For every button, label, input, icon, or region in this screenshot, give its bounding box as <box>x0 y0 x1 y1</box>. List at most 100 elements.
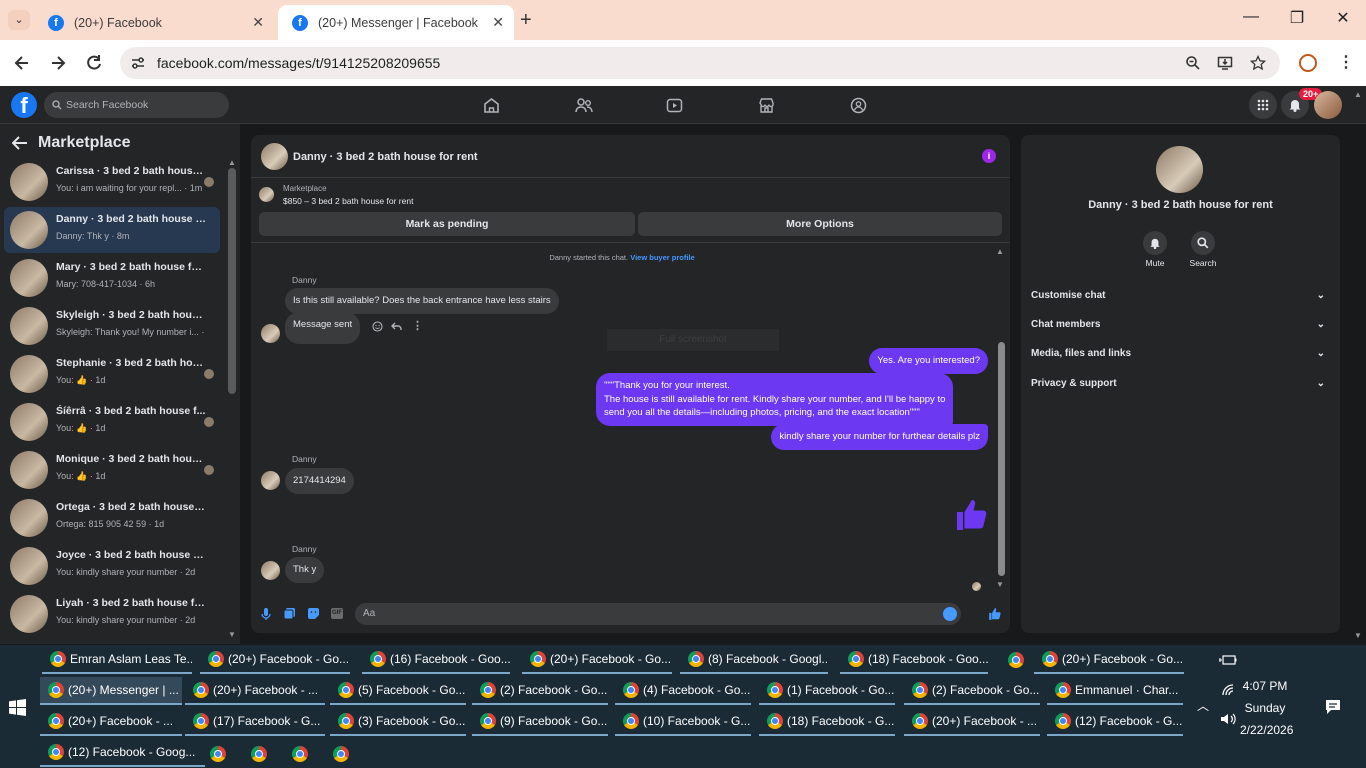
conversation-item[interactable]: Carissa · 3 bed 2 bath house ... You: i a… <box>4 159 220 205</box>
reply-icon[interactable] <box>391 321 402 332</box>
sidebar-scrollbar[interactable] <box>228 168 236 394</box>
taskbar-window-button[interactable]: (12) Facebook - Goog... <box>40 739 205 767</box>
taskbar-window-button[interactable]: (16) Facebook - Goo... <box>362 646 510 674</box>
conversation-item[interactable]: Śíêrrâ · 3 bed 2 bath house f... You: 👍 ·… <box>4 399 220 445</box>
tab-close-icon[interactable]: ✕ <box>492 14 504 31</box>
marketplace-icon[interactable] <box>758 97 775 114</box>
minimize-icon[interactable]: — <box>1228 8 1274 32</box>
react-emoji-icon[interactable] <box>372 321 383 332</box>
notification-center-icon[interactable] <box>1325 699 1341 715</box>
message-bubble-outgoing[interactable]: kindly share your number for furthear de… <box>771 424 988 450</box>
conversation-item[interactable]: Monique · 3 bed 2 bath house... You: 👍 · … <box>4 447 220 493</box>
photo-icon[interactable] <box>283 607 296 620</box>
taskbar-window-button[interactable]: (20+) Facebook - Go... <box>522 646 672 674</box>
tab-search-button[interactable]: ⌄ <box>8 10 30 30</box>
scroll-up-arrow[interactable]: ▲ <box>996 247 1004 256</box>
conversation-item[interactable]: Liyah · 3 bed 2 bath house for r... You: … <box>4 591 220 637</box>
gif-icon[interactable]: GIF <box>331 608 343 619</box>
conversation-item[interactable]: Joyce · 3 bed 2 bath house for ... You: k… <box>4 543 220 589</box>
mark-as-pending-button[interactable]: Mark as pending <box>259 212 635 236</box>
taskbar-window-button[interactable]: (5) Facebook - Go... <box>330 677 466 705</box>
page-scroll-down[interactable]: ▼ <box>1354 631 1362 640</box>
battery-icon[interactable] <box>1219 654 1237 666</box>
chat-title[interactable]: Danny · 3 bed 2 bath house for rent <box>293 151 478 163</box>
taskbar-window-button[interactable]: (10) Facebook - G... <box>615 708 751 736</box>
watch-icon[interactable] <box>666 97 683 114</box>
message-bubble-incoming[interactable]: Is this still available? Does the back e… <box>285 288 559 314</box>
details-avatar[interactable] <box>1156 146 1203 193</box>
profile-icon[interactable] <box>1299 54 1317 72</box>
taskbar-window-button[interactable]: (17) Facebook - G... <box>185 708 325 736</box>
install-app-icon[interactable] <box>1217 55 1233 71</box>
reload-icon[interactable] <box>84 53 104 73</box>
chrome-icon[interactable] <box>333 746 349 762</box>
back-arrow-icon[interactable] <box>12 136 28 150</box>
taskbar-window-button[interactable]: (20+) Facebook - ... <box>904 708 1040 736</box>
groups-icon[interactable] <box>850 97 867 114</box>
taskbar-window-button[interactable]: (8) Facebook - Googl... <box>680 646 828 674</box>
taskbar-window-button[interactable]: (20+) Facebook - Go... <box>1034 646 1184 674</box>
chat-avatar[interactable] <box>261 143 288 170</box>
account-avatar[interactable] <box>1314 91 1342 119</box>
thumbs-up-sticker-icon[interactable] <box>954 497 990 533</box>
taskbar-window-button[interactable]: (12) Facebook - G... <box>1047 708 1183 736</box>
more-options-button[interactable]: More Options <box>638 212 1002 236</box>
sticker-icon[interactable] <box>307 607 320 620</box>
zoom-icon[interactable] <box>1185 55 1201 71</box>
emoji-icon[interactable] <box>943 607 957 621</box>
bookmark-star-icon[interactable] <box>1250 55 1266 71</box>
sender-avatar[interactable] <box>261 324 280 343</box>
taskbar-window-button[interactable]: (2) Facebook - Go... <box>472 677 608 705</box>
conversation-item[interactable]: Mary · 3 bed 2 bath house for r... Mary: … <box>4 255 220 301</box>
scroll-down-arrow[interactable]: ▼ <box>996 580 1004 589</box>
message-bubble-outgoing[interactable]: """Thank you for your interest. The hous… <box>596 373 954 426</box>
sender-avatar[interactable] <box>261 561 280 580</box>
chat-scrollbar[interactable] <box>998 342 1005 576</box>
taskbar-window-button[interactable]: (3) Facebook - Go... <box>330 708 466 736</box>
taskbar-window-button[interactable]: (20+) Facebook - ... <box>185 677 325 705</box>
chrome-icon[interactable] <box>292 746 308 762</box>
back-icon[interactable] <box>12 53 32 73</box>
message-bubble-incoming[interactable]: Thk y <box>285 557 325 583</box>
facebook-logo[interactable]: f <box>11 92 37 118</box>
conversation-item[interactable]: Ortega · 3 bed 2 bath house fo... Ortega:… <box>4 495 220 541</box>
taskbar-window-button[interactable]: (20+) Facebook - ... <box>40 708 182 736</box>
microphone-icon[interactable] <box>261 607 271 621</box>
search-input[interactable]: Search Facebook <box>44 92 229 118</box>
listing-title[interactable]: $850 – 3 bed 2 bath house for rent <box>283 196 413 206</box>
taskbar-window-button[interactable]: Emmanuel · Char... <box>1047 677 1183 705</box>
taskbar-window-button[interactable] <box>1000 646 1030 674</box>
chat-members-section[interactable]: Chat members ⌄ <box>1031 319 1331 337</box>
taskbar-window-button[interactable]: (18) Facebook - Goo... <box>840 646 988 674</box>
chrome-icon[interactable] <box>210 746 226 762</box>
home-icon[interactable] <box>483 97 500 114</box>
tab-messenger[interactable]: f (20+) Messenger | Facebook ✕ <box>278 5 514 40</box>
taskbar-window-button[interactable]: (20+) Messenger | ... <box>40 677 182 705</box>
tab-facebook[interactable]: f (20+) Facebook ✕ <box>34 5 274 40</box>
taskbar-window-button[interactable]: (18) Facebook - G... <box>759 708 895 736</box>
friends-icon[interactable] <box>575 97 593 114</box>
restore-icon[interactable]: ❐ <box>1274 8 1320 32</box>
menu-grid-icon[interactable] <box>1249 91 1277 119</box>
volume-icon[interactable] <box>1220 712 1237 726</box>
taskbar-window-button[interactable]: (20+) Facebook - Go... <box>200 646 350 674</box>
taskbar-window-button[interactable]: (9) Facebook - Go... <box>472 708 608 736</box>
message-bubble-incoming[interactable]: Message sent <box>285 312 361 344</box>
scroll-up-arrow[interactable]: ▲ <box>228 158 236 167</box>
listing-thumbnail[interactable] <box>259 187 274 202</box>
message-bubble-incoming[interactable]: 2174414294 <box>285 468 354 494</box>
chrome-menu-icon[interactable]: ⋮ <box>1338 52 1354 72</box>
info-icon[interactable]: i <box>982 149 996 163</box>
conversation-item[interactable]: Danny · 3 bed 2 bath house for... Danny: … <box>4 207 220 253</box>
more-actions-icon[interactable]: ⋮ <box>412 319 423 332</box>
conversation-item[interactable]: Stephanie · 3 bed 2 bath hou... You: 👍 · … <box>4 351 220 397</box>
tab-close-icon[interactable]: ✕ <box>252 14 264 31</box>
address-bar[interactable]: facebook.com/messages/t/914125208209655 <box>120 47 1280 79</box>
system-clock[interactable]: 4:07 PM Sunday 2/22/2026 <box>1240 675 1293 741</box>
scroll-down-arrow[interactable]: ▼ <box>228 630 236 639</box>
forward-icon[interactable] <box>48 53 68 73</box>
sender-avatar[interactable] <box>261 471 280 490</box>
show-hidden-icons-chevron[interactable]: ︿ <box>1197 697 1209 714</box>
like-button-icon[interactable] <box>988 607 1002 621</box>
wifi-icon[interactable] <box>1221 683 1237 697</box>
